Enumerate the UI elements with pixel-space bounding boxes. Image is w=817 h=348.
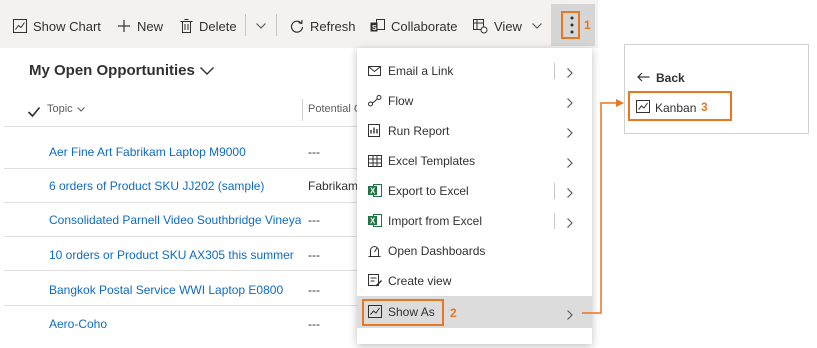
back-button[interactable]: Back <box>637 71 685 85</box>
arrow-left-icon <box>637 71 650 85</box>
highlight-kanban <box>628 91 732 121</box>
back-label: Back <box>656 71 685 85</box>
callout-step-3: 3 <box>701 100 708 114</box>
